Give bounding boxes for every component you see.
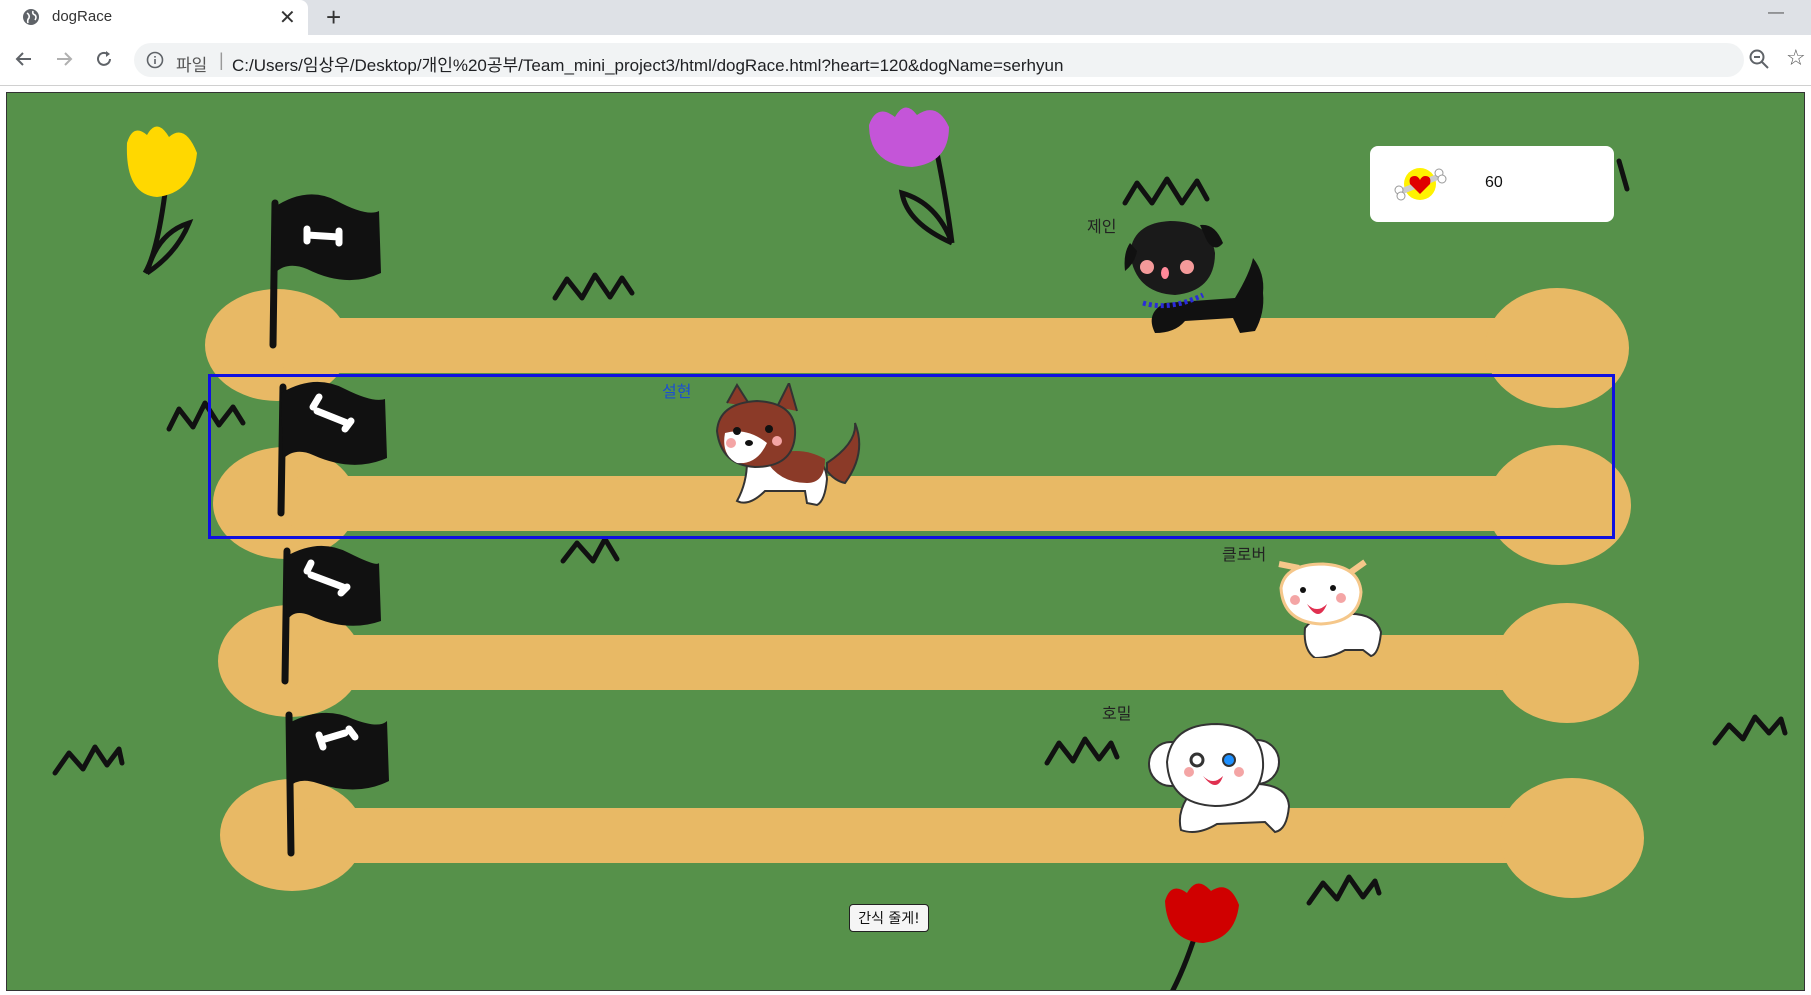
back-button[interactable] — [10, 45, 38, 73]
selected-dog-lane — [208, 374, 1615, 539]
tab-title: dogRace — [52, 8, 113, 25]
purple-tulip — [869, 107, 955, 246]
race-field: 60 제인 설현 클로버 호밀 간식 줄게! — [6, 92, 1805, 991]
track-lane-3 — [218, 603, 1639, 723]
browser-toolbar: 파일 | C:/Users/임상우/Desktop/개인%20공부/Team_m… — [0, 35, 1811, 86]
dog-name-label: 클로버 — [1222, 547, 1267, 564]
new-tab-button[interactable]: + — [326, 2, 341, 33]
heart-count: 60 — [1485, 174, 1503, 191]
white-chihuahua[interactable] — [1275, 558, 1395, 658]
track-lane-4 — [220, 778, 1644, 898]
close-icon[interactable]: ✕ — [279, 5, 296, 30]
forward-button[interactable] — [50, 45, 78, 73]
bookmark-star-icon[interactable]: ☆ — [1786, 45, 1806, 71]
race-background — [52, 107, 1788, 990]
reload-icon — [97, 51, 111, 66]
browser-tab[interactable]: dogRace ✕ — [0, 0, 308, 35]
reload-button[interactable] — [90, 45, 118, 73]
address-bar[interactable]: 파일 | C:/Users/임상우/Desktop/개인%20공부/Team_m… — [134, 43, 1744, 77]
yellow-tulip — [126, 126, 197, 276]
black-dog[interactable] — [1115, 213, 1275, 343]
red-tulip — [1165, 883, 1239, 990]
give-treat-button[interactable]: 간식 줄게! — [849, 904, 929, 932]
dog-name-label: 호밀 — [1102, 706, 1132, 723]
globe-icon — [23, 9, 39, 25]
heart-bone-icon — [1394, 168, 1447, 201]
url-text[interactable]: C:/Users/임상우/Desktop/개인%20공부/Team_mini_p… — [232, 51, 1063, 76]
arrow-left-icon — [15, 52, 31, 66]
tab-bar: dogRace ✕ + — — [0, 0, 1811, 35]
zoom-out-icon[interactable] — [1748, 48, 1770, 70]
white-poodle[interactable] — [1147, 718, 1307, 838]
url-separator: | — [219, 50, 224, 70]
minimize-button[interactable]: — — [1768, 4, 1784, 22]
dog-name-label: 제인 — [1087, 219, 1117, 236]
arrow-right-icon — [57, 52, 73, 66]
score-panel: 60 — [1370, 146, 1614, 222]
info-icon[interactable] — [146, 51, 164, 69]
url-scheme-label: 파일 — [176, 56, 208, 75]
